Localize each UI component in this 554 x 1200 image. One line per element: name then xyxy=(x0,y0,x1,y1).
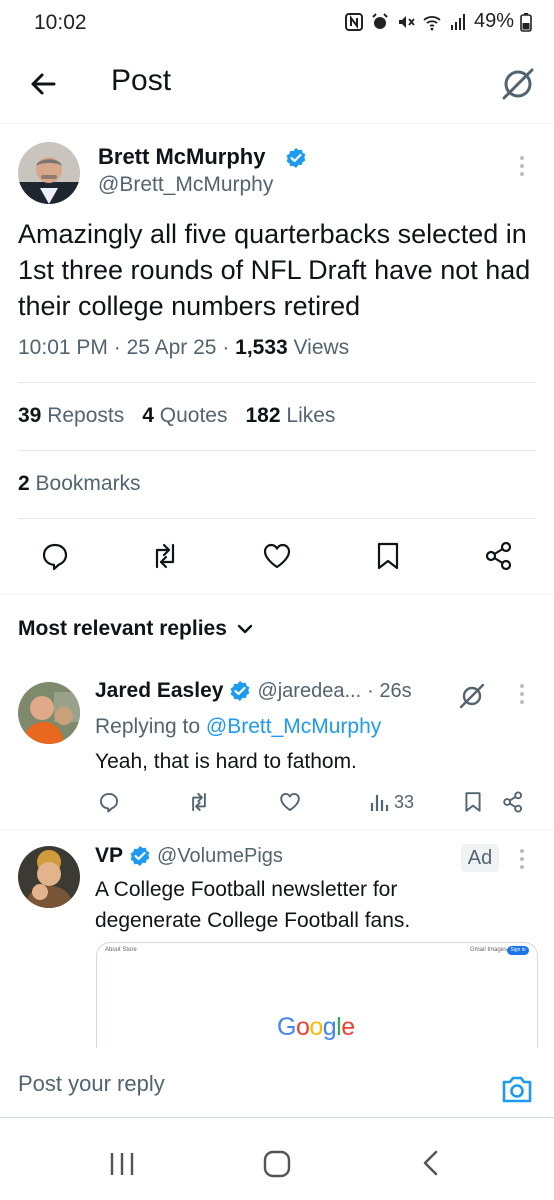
bookmarks-stat[interactable]: 2 Bookmarks xyxy=(18,472,141,496)
mute-icon xyxy=(396,12,416,32)
ad-more-button[interactable] xyxy=(510,847,534,871)
more-vertical-icon xyxy=(520,156,524,176)
status-icons: 49% xyxy=(344,10,532,33)
nfc-icon xyxy=(344,12,364,32)
system-back-button[interactable] xyxy=(412,1143,452,1183)
signal-icon xyxy=(448,12,468,32)
reply-text: Yeah, that is hard to fathom. xyxy=(95,750,357,773)
action-divider xyxy=(0,594,554,595)
reply-author-name[interactable]: Jared Easley xyxy=(95,679,223,703)
reposts-stat[interactable]: 39 Reposts xyxy=(18,404,124,428)
ad-badge: Ad xyxy=(461,844,499,872)
tweet-meta: 10:01 PM · 25 Apr 25 · 1,533 Views xyxy=(18,336,350,359)
share-icon xyxy=(503,791,523,813)
reply-time: · 26s xyxy=(367,679,412,702)
camera-button[interactable] xyxy=(500,1073,534,1105)
bookmark-icon xyxy=(465,792,481,812)
reply-avatar[interactable] xyxy=(18,682,80,744)
tweet-time: 10:01 PM xyxy=(18,336,108,359)
recent-apps-button[interactable] xyxy=(102,1143,142,1183)
replying-to: Replying to @Brett_McMurphy xyxy=(95,715,382,738)
recent-apps-icon xyxy=(110,1153,134,1175)
reply-views-count: 33 xyxy=(394,791,415,812)
reply-reply-button[interactable] xyxy=(98,791,120,813)
author-handle[interactable]: @Brett_McMurphy xyxy=(98,173,273,197)
home-icon xyxy=(263,1150,291,1178)
reply-button[interactable] xyxy=(40,541,70,571)
grok-button[interactable] xyxy=(496,62,540,106)
views-chart-icon xyxy=(370,795,389,811)
ad-author-name[interactable]: VP xyxy=(95,844,123,868)
reply-more-button[interactable] xyxy=(510,682,534,706)
reply-icon xyxy=(42,543,68,571)
share-icon xyxy=(485,541,512,571)
verified-badge-icon xyxy=(231,681,250,701)
reply-grok-button[interactable] xyxy=(456,682,488,710)
stats-divider xyxy=(18,450,536,451)
grok-icon xyxy=(502,68,534,100)
wifi-icon xyxy=(422,12,442,32)
reply-icon xyxy=(99,792,119,813)
grok-icon xyxy=(459,683,485,709)
like-button[interactable] xyxy=(262,541,292,571)
chevron-left-icon xyxy=(423,1150,438,1176)
reply-like-button[interactable] xyxy=(279,791,301,813)
more-options-button[interactable] xyxy=(510,154,534,178)
tweet-date: 25 Apr 25 xyxy=(126,336,217,359)
chevron-down-icon xyxy=(237,624,253,634)
reply-bookmark-button[interactable] xyxy=(462,791,484,813)
likes-stat[interactable]: 182 Likes xyxy=(246,404,336,428)
verified-badge-icon xyxy=(285,147,307,169)
page-title: Post xyxy=(111,64,172,97)
reply-repost-button[interactable] xyxy=(188,791,210,813)
ad-avatar[interactable] xyxy=(18,846,80,908)
quotes-stat[interactable]: 4 Quotes xyxy=(142,404,227,428)
composer-divider xyxy=(0,1117,554,1118)
share-button[interactable] xyxy=(484,541,514,571)
battery-icon xyxy=(520,12,532,32)
card-nav-left: About Store xyxy=(105,947,137,953)
bookmark-icon xyxy=(377,542,399,570)
more-vertical-icon xyxy=(520,684,524,704)
status-time: 10:02 xyxy=(34,11,87,34)
repost-icon xyxy=(192,792,206,812)
verified-badge-icon xyxy=(130,846,150,866)
heart-icon xyxy=(263,543,291,569)
ad-header: VP @VolumePigs xyxy=(95,844,283,868)
header-divider xyxy=(0,123,554,124)
heart-icon xyxy=(280,792,300,812)
bookmarks-divider xyxy=(18,518,536,519)
reply-views-button[interactable]: 33 xyxy=(369,791,414,813)
home-button[interactable] xyxy=(257,1143,297,1183)
alarm-icon xyxy=(370,12,390,32)
reply-share-button[interactable] xyxy=(502,791,524,813)
replies-sort-dropdown[interactable]: Most relevant replies xyxy=(18,617,255,641)
repost-button[interactable] xyxy=(150,541,180,571)
author-name[interactable]: Brett McMurphy xyxy=(98,144,265,170)
reply-input[interactable] xyxy=(18,1064,458,1104)
replies-heading-label: Most relevant replies xyxy=(18,617,227,640)
card-signin-button: Sign in xyxy=(507,946,529,955)
ad-author-handle[interactable]: @VolumePigs xyxy=(157,845,283,868)
reply-author-handle[interactable]: @jaredea... xyxy=(257,680,361,703)
replying-to-link[interactable]: @Brett_McMurphy xyxy=(206,715,381,738)
meta-divider xyxy=(18,382,536,383)
views-count: 1,533 xyxy=(235,336,288,359)
author-avatar[interactable] xyxy=(18,142,80,204)
camera-icon xyxy=(502,1076,532,1103)
reply-divider xyxy=(0,829,554,830)
google-logo: Google xyxy=(277,1013,355,1041)
tweet-text: Amazingly all five quarterbacks selected… xyxy=(18,219,531,321)
battery-level: 49% xyxy=(473,10,514,32)
views-label: Views xyxy=(293,336,350,359)
back-button[interactable] xyxy=(24,64,64,104)
arrow-left-icon xyxy=(31,73,56,95)
card-nav-right: Gmail Images xyxy=(469,947,507,953)
ad-text: A College Football newsletter for degene… xyxy=(95,878,411,932)
stats-row: 39 Reposts 4 Quotes 182 Likes xyxy=(18,404,335,428)
repost-icon xyxy=(155,543,175,569)
more-vertical-icon xyxy=(520,849,524,869)
reply-header: Jared Easley @jaredea... · 26s xyxy=(95,679,412,703)
bookmark-button[interactable] xyxy=(373,541,403,571)
